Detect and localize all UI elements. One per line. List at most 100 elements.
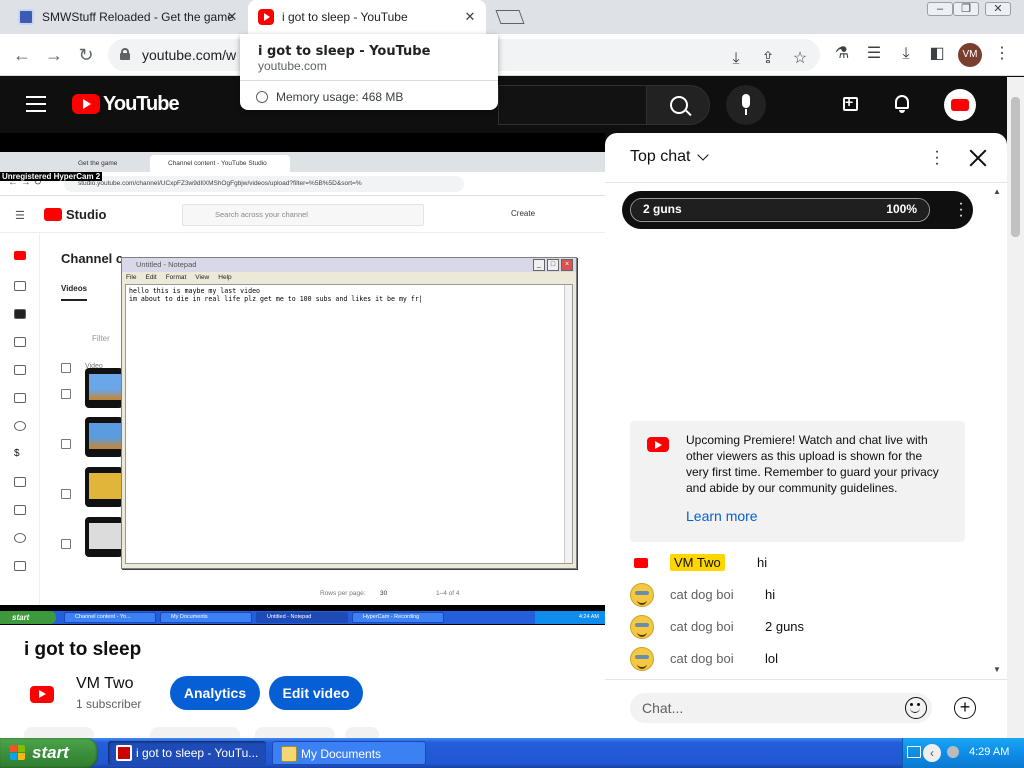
youtube-masthead: YouTube — [0, 77, 1024, 133]
video-player[interactable]: Get the game Channel content - YouTube S… — [0, 133, 605, 625]
memory-gauge-icon — [256, 91, 268, 103]
forward-arrow-icon[interactable]: → — [42, 43, 66, 67]
create-video-icon[interactable] — [843, 94, 865, 113]
lock-icon[interactable] — [120, 48, 130, 60]
edit-video-button[interactable]: Edit video — [269, 676, 363, 710]
user-avatar-icon[interactable] — [630, 583, 654, 607]
scroll-up-arrow-icon[interactable]: ▲ — [993, 187, 1001, 196]
bookmark-star-icon[interactable]: ☆ — [790, 49, 810, 69]
keyboard-icon[interactable] — [907, 746, 921, 758]
search-input[interactable] — [498, 85, 646, 125]
tab-close-icon[interactable]: ✕ — [462, 9, 478, 25]
youtube-wordmark[interactable]: YouTube — [103, 93, 180, 116]
share-icon[interactable]: ⇪ — [758, 49, 778, 69]
chat-author-owner[interactable]: VM Two — [670, 554, 725, 571]
youtube-logo-icon[interactable] — [72, 94, 100, 114]
close-icon[interactable] — [967, 147, 989, 169]
poll-more-icon[interactable]: · · · — [956, 196, 966, 224]
notifications-bell-icon[interactable] — [892, 93, 914, 115]
chat-message-text: hi — [765, 587, 776, 602]
video-title: i got to sleep — [24, 639, 142, 660]
rows-per-page-label: Rows per page: — [320, 590, 366, 597]
start-button[interactable]: start — [0, 738, 98, 768]
recorded-task: My Documents — [160, 612, 252, 623]
scroll-down-arrow-icon[interactable]: ▼ — [993, 665, 1001, 674]
browser-tab-youtube-active[interactable]: i got to sleep - YouTube ✕ — [248, 0, 486, 34]
browser-tab-smwstuff[interactable]: SMWStuff Reloaded - Get the game ✕ — [8, 0, 248, 34]
add-circle-icon[interactable]: + — [954, 697, 976, 719]
taskbar-item-my-documents[interactable]: My Documents — [272, 741, 426, 765]
user-avatar-icon[interactable] — [630, 647, 654, 671]
user-avatar-icon[interactable] — [630, 615, 654, 639]
notepad-content: hello this is maybe my last video im abo… — [129, 287, 423, 303]
downloads-icon[interactable]: ⤓ — [896, 44, 916, 64]
row-checkbox — [61, 539, 71, 549]
chat-author[interactable]: cat dog boi — [670, 619, 734, 634]
poll-option[interactable]: 2 guns 100% — [630, 198, 930, 222]
chat-mode-selector[interactable]: Top chat — [630, 148, 690, 166]
recorded-clock: 4:24 AM — [535, 611, 605, 624]
owner-avatar-icon[interactable] — [630, 551, 654, 575]
extensions-flask-icon[interactable]: ⚗ — [832, 44, 852, 64]
chat-author[interactable]: cat dog boi — [670, 651, 734, 666]
chevron-down-icon[interactable] — [697, 149, 709, 161]
chat-input[interactable]: Chat... — [630, 693, 932, 723]
video-thumbnail — [85, 467, 123, 507]
window-minimize-button[interactable]: – — [927, 2, 953, 16]
more-vertical-icon[interactable]: · · · — [931, 144, 943, 172]
feedback-icon — [14, 561, 26, 571]
side-panel-icon[interactable]: ◧ — [927, 44, 947, 64]
row-checkbox — [61, 489, 71, 499]
tab-title: SMWStuff Reloaded - Get the game — [42, 10, 234, 24]
microphone-icon[interactable] — [726, 85, 766, 125]
premiere-notice-text: Upcoming Premiere! Watch and chat live w… — [686, 433, 939, 495]
back-arrow-icon[interactable]: ← — [10, 43, 34, 67]
url-text[interactable]: youtube.com/w — [142, 47, 236, 63]
media-queue-icon[interactable]: ☰ — [864, 44, 884, 64]
video-thumbnail — [85, 517, 123, 557]
recorded-browser-tabs: Get the game Channel content - YouTube S… — [0, 152, 605, 172]
live-chat-panel: Top chat · · · ▲ 2 guns 100% · · · Upcoming … — [605, 133, 1007, 738]
tab-close-icon[interactable]: ✕ — [224, 9, 240, 25]
content-icon — [14, 309, 26, 319]
show-hidden-icons-icon[interactable]: ‹ — [923, 744, 941, 762]
start-label: start — [32, 743, 69, 762]
taskbar-item-label: i got to sleep - YouTu... — [136, 746, 259, 760]
new-tab-button[interactable] — [496, 8, 526, 26]
chat-input-area: Chat... + — [605, 679, 1007, 738]
studio-logo-icon — [44, 208, 62, 221]
chat-message[interactable]: cat dog boi hi — [630, 583, 985, 609]
row-checkbox — [61, 439, 71, 449]
learn-more-link[interactable]: Learn more — [686, 508, 758, 524]
page-scrollbar-thumb[interactable] — [1011, 97, 1020, 237]
account-avatar[interactable] — [944, 89, 976, 121]
system-clock[interactable]: 4:29 AM — [969, 746, 1009, 758]
chat-message-text: hi — [757, 555, 768, 570]
chat-author[interactable]: cat dog boi — [670, 587, 734, 602]
copyright-icon — [14, 421, 26, 431]
reload-icon[interactable]: ↻ — [74, 43, 98, 67]
studio-videos-tab: Videos — [61, 284, 88, 301]
taskbar-item-browser[interactable]: i got to sleep - YouTu... — [108, 741, 266, 765]
emoji-icon[interactable] — [905, 697, 927, 719]
search-icon[interactable] — [646, 85, 710, 125]
install-app-icon[interactable]: ⤓ — [726, 49, 746, 69]
chat-message[interactable]: VM Two hi — [630, 551, 985, 577]
chat-message[interactable]: cat dog boi 2 guns — [630, 615, 985, 641]
browser-menu-icon[interactable]: ⋮ — [992, 44, 1012, 64]
page-scrollbar[interactable] — [1007, 77, 1024, 738]
analytics-button[interactable]: Analytics — [170, 676, 260, 710]
window-restore-button[interactable]: ❐ — [953, 2, 979, 16]
chat-poll-banner[interactable]: 2 guns 100% · · · — [622, 191, 973, 229]
smwstuff-favicon-icon — [18, 9, 34, 25]
hamburger-menu-icon[interactable] — [26, 96, 46, 112]
chat-message[interactable]: cat dog boi lol — [630, 647, 985, 673]
notepad-scrollbar — [564, 285, 572, 563]
notepad-menu-item: View — [195, 274, 210, 281]
profile-avatar[interactable]: VM — [958, 43, 982, 67]
channel-name[interactable]: VM Two — [76, 675, 134, 693]
channel-avatar-icon[interactable] — [30, 686, 54, 703]
earn-icon: $ — [14, 448, 20, 459]
window-close-button[interactable]: ✕ — [985, 2, 1011, 16]
tray-status-icon[interactable] — [947, 746, 959, 758]
